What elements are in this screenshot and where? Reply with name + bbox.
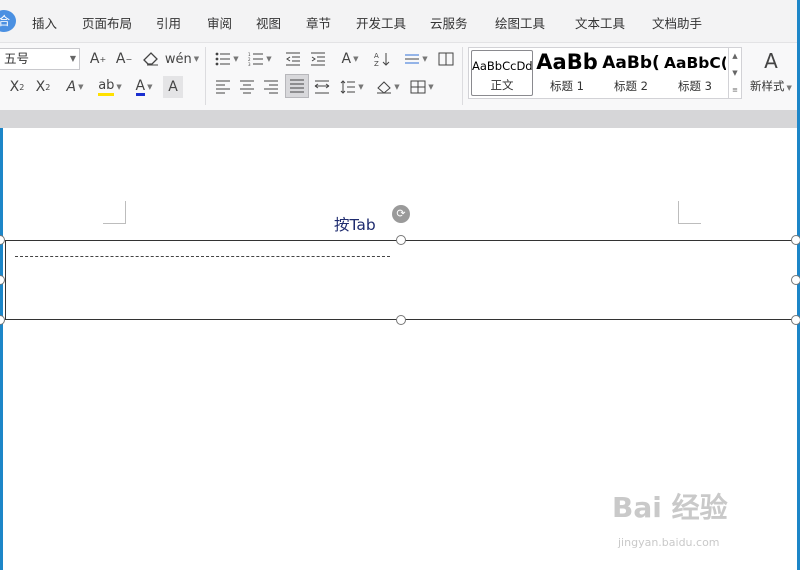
styles-scroll[interactable]: ▲ ▼ ≡ bbox=[728, 48, 741, 98]
numbered-list-icon[interactable]: 1 2 3 ▼ bbox=[246, 48, 274, 70]
highlight-color-icon[interactable]: ab ▼ bbox=[95, 76, 125, 98]
menu-doc-assistant[interactable]: 文档助手 bbox=[652, 13, 702, 32]
bullet-list-icon[interactable]: ▼ bbox=[213, 48, 241, 70]
phonetic-guide-icon[interactable]: wén ▼ bbox=[165, 48, 199, 70]
char-shading-icon[interactable]: A bbox=[163, 76, 183, 98]
page-margin-corner bbox=[103, 201, 126, 224]
page-margin-corner bbox=[678, 201, 701, 224]
watermark-logo: Bai 经验 bbox=[612, 491, 728, 524]
menu-bar: 合 插入 页面布局 引用 审阅 视图 章节 开发工具 云服务 绘图工具 文本工具… bbox=[0, 0, 797, 43]
menu-insert[interactable]: 插入 bbox=[32, 13, 57, 32]
ribbon-bottom-bar bbox=[0, 110, 797, 128]
increase-indent-icon[interactable] bbox=[308, 48, 328, 70]
line-spacing-options-icon[interactable]: ▼ bbox=[402, 48, 430, 70]
chevron-up-icon[interactable]: ▲ bbox=[732, 52, 737, 60]
text-direction-icon[interactable]: A ▼ bbox=[336, 48, 364, 70]
resize-handle-bottom-left[interactable] bbox=[0, 315, 5, 325]
align-left-icon[interactable] bbox=[213, 76, 233, 98]
sort-icon[interactable]: AZ bbox=[372, 48, 392, 70]
toolbar-separator bbox=[462, 47, 463, 105]
decrease-indent-icon[interactable] bbox=[283, 48, 303, 70]
superscript-icon[interactable]: X2 bbox=[6, 76, 28, 98]
border-icon[interactable] bbox=[436, 48, 456, 70]
header-dashed-line bbox=[15, 256, 390, 257]
watermark-url: jingyan.baidu.com bbox=[618, 536, 720, 549]
distributed-align-icon[interactable] bbox=[312, 76, 332, 98]
new-style-button[interactable]: A 新样式 ▼ bbox=[748, 47, 794, 101]
rotate-icon[interactable]: ⟳ bbox=[392, 205, 410, 223]
menu-page-layout[interactable]: 页面布局 bbox=[82, 13, 132, 32]
resize-handle-right[interactable] bbox=[791, 275, 800, 285]
header-text[interactable]: 按Tab bbox=[334, 213, 376, 235]
new-style-icon: A bbox=[764, 49, 778, 73]
menu-section[interactable]: 章节 bbox=[306, 13, 331, 32]
chevron-down-icon: ▼ bbox=[69, 54, 76, 63]
shrink-font-icon[interactable]: A − bbox=[113, 48, 135, 70]
font-color-icon[interactable]: A ▼ bbox=[130, 76, 158, 98]
menu-references[interactable]: 引用 bbox=[156, 13, 181, 32]
subscript-icon[interactable]: X2 bbox=[32, 76, 54, 98]
style-heading-2[interactable]: AaBb( 标题 2 bbox=[600, 50, 662, 96]
font-size-value: 五号 bbox=[4, 51, 30, 66]
svg-text:3: 3 bbox=[248, 62, 251, 66]
resize-handle-bottom-right[interactable] bbox=[791, 315, 800, 325]
grow-font-icon[interactable]: A + bbox=[87, 48, 109, 70]
menu-text-tools[interactable]: 文本工具 bbox=[575, 13, 625, 32]
header-text-box[interactable] bbox=[5, 240, 799, 320]
menu-developer[interactable]: 开发工具 bbox=[356, 13, 406, 32]
style-heading-3[interactable]: AaBbC( 标题 3 bbox=[664, 50, 726, 96]
styles-gallery: AaBbCcDd 正文 AaBb 标题 1 AaBb( 标题 2 AaBbC( … bbox=[468, 47, 742, 99]
align-center-icon[interactable] bbox=[237, 76, 257, 98]
resize-handle-top[interactable] bbox=[396, 235, 406, 245]
chevron-down-icon[interactable]: ▼ bbox=[732, 69, 737, 77]
svg-text:Z: Z bbox=[374, 60, 379, 67]
menu-view[interactable]: 视图 bbox=[256, 13, 281, 32]
expand-gallery-icon[interactable]: ≡ bbox=[732, 86, 738, 94]
style-normal[interactable]: AaBbCcDd 正文 bbox=[471, 50, 533, 96]
table-border-icon[interactable]: ▼ bbox=[408, 76, 436, 98]
app-logo-icon[interactable]: 合 bbox=[0, 10, 16, 32]
ribbon-toolbar: 五号 ▼ A + A − wén ▼ X2 X2 A ▼ ab ▼ A ▼ A ▼ 1 2 3 ▼… bbox=[0, 43, 797, 110]
svg-text:A: A bbox=[374, 52, 379, 60]
menu-cloud-service[interactable]: 云服务 bbox=[430, 13, 468, 32]
align-right-icon[interactable] bbox=[261, 76, 281, 98]
resize-handle-top-right[interactable] bbox=[791, 235, 800, 245]
menu-drawing-tools[interactable]: 绘图工具 bbox=[495, 13, 545, 32]
resize-handle-bottom[interactable] bbox=[396, 315, 406, 325]
text-effect-icon[interactable]: A ▼ bbox=[60, 76, 90, 98]
font-size-select[interactable]: 五号 ▼ bbox=[0, 48, 80, 70]
style-heading-1[interactable]: AaBb 标题 1 bbox=[536, 50, 598, 96]
toolbar-separator bbox=[205, 47, 206, 105]
shading-fill-icon[interactable]: ▼ bbox=[374, 76, 402, 98]
clear-format-icon[interactable] bbox=[140, 48, 162, 70]
line-spacing-icon[interactable]: ▼ bbox=[338, 76, 366, 98]
justify-icon[interactable] bbox=[285, 74, 309, 98]
menu-review[interactable]: 审阅 bbox=[207, 13, 232, 32]
